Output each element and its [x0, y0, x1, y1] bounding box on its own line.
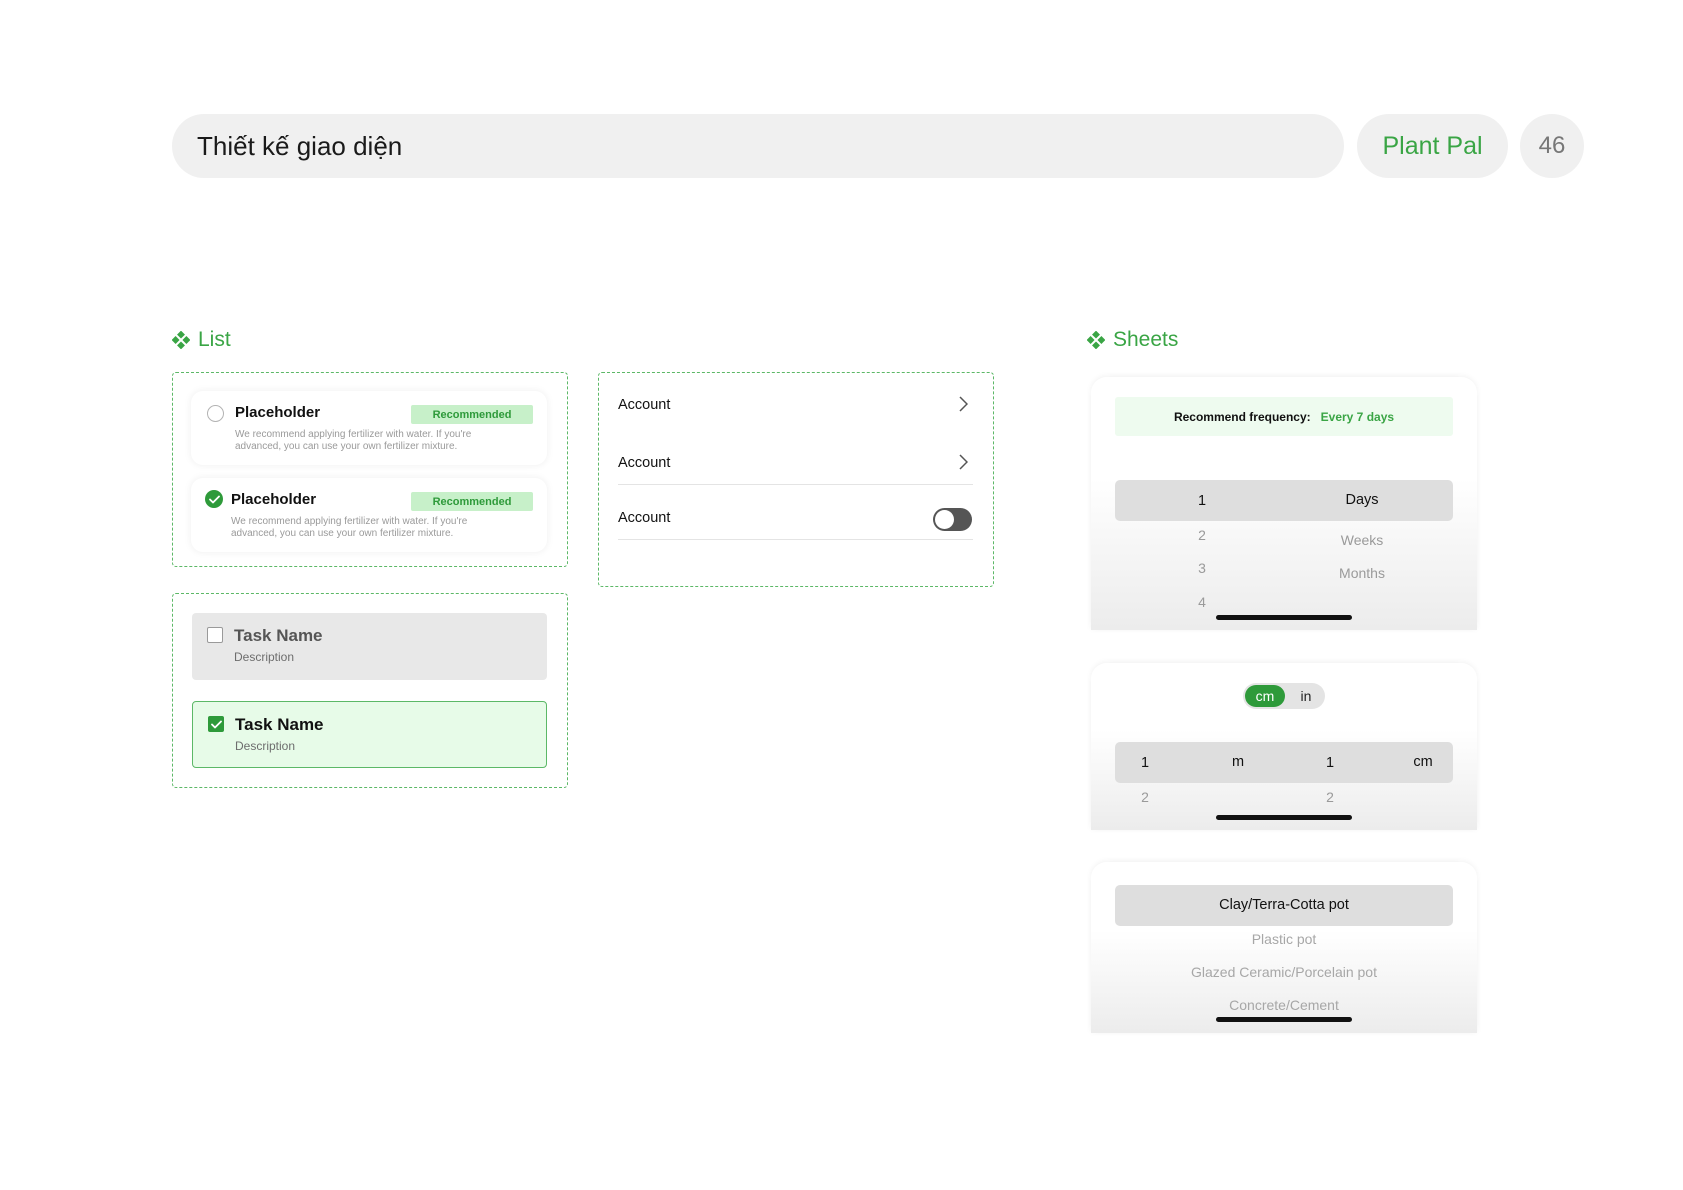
toggle-switch[interactable]: [933, 508, 972, 531]
check-circle-icon[interactable]: [205, 490, 223, 508]
home-indicator: [1216, 615, 1352, 620]
pot-type-option[interactable]: Plastic pot: [1252, 931, 1317, 947]
brand-name: Plant Pal: [1357, 114, 1508, 178]
picker-meter-value[interactable]: 2: [1141, 789, 1149, 805]
settings-row-label: Account: [618, 397, 671, 413]
picker-meter-unit[interactable]: m: [1232, 754, 1244, 770]
picker-unit-option[interactable]: Months: [1339, 565, 1385, 581]
settings-row[interactable]: Account: [618, 486, 973, 540]
measurement-sheet: cm in 1 2 m 1 2 cm: [1091, 663, 1477, 830]
task-checkbox[interactable]: [207, 627, 223, 643]
pot-type-option[interactable]: Clay/Terra-Cotta pot: [1219, 897, 1349, 913]
pot-type-option[interactable]: Glazed Ceramic/Porcelain pot: [1191, 964, 1377, 980]
settings-row-label: Account: [618, 455, 671, 471]
home-indicator: [1216, 815, 1352, 820]
settings-row[interactable]: Account: [618, 373, 973, 427]
pot-type-sheet: Clay/Terra-Cotta pot Plastic pot Glazed …: [1091, 862, 1477, 1033]
picker-number-option[interactable]: 4: [1198, 594, 1206, 610]
frequency-sheet: Recommend frequency: Every 7 days 1 2 3 …: [1091, 377, 1477, 630]
home-indicator: [1216, 1017, 1352, 1022]
option-description: We recommend applying fertilizer with wa…: [235, 429, 472, 452]
toggle-knob: [935, 510, 954, 529]
task-name: Task Name: [235, 715, 324, 734]
segment-cm[interactable]: cm: [1245, 685, 1285, 707]
task-checkbox-checked[interactable]: [208, 716, 224, 732]
picker-number-option[interactable]: 1: [1198, 493, 1206, 509]
section-title-text: Sheets: [1113, 328, 1179, 351]
recommended-badge: Recommended: [411, 492, 533, 511]
task-name: Task Name: [234, 626, 323, 645]
pot-type-option[interactable]: Concrete/Cement: [1229, 997, 1339, 1013]
diamond-cluster-icon: [1087, 331, 1105, 349]
recommended-badge: Recommended: [411, 405, 533, 424]
picker-centimeter-value[interactable]: 1: [1326, 755, 1334, 771]
picker-meter-value[interactable]: 1: [1141, 755, 1149, 771]
task-item[interactable]: Task Name Description: [192, 613, 547, 680]
picker-unit-option[interactable]: Weeks: [1341, 532, 1384, 548]
unit-segmented-control: cm in: [1243, 683, 1325, 709]
radio-button[interactable]: [207, 405, 224, 422]
frequency-label: Recommend frequency:: [1173, 409, 1311, 424]
picker-centimeter-value[interactable]: 2: [1326, 789, 1334, 805]
picker-unit-option[interactable]: Days: [1345, 492, 1378, 508]
diamond-cluster-icon: [172, 331, 190, 349]
segment-in[interactable]: in: [1291, 685, 1321, 707]
option-card-selected[interactable]: Placeholder Recommended We recommend app…: [191, 478, 547, 552]
settings-row[interactable]: Account: [618, 431, 973, 485]
section-title-sheets: Sheets: [1087, 328, 1178, 352]
picker-number-option[interactable]: 2: [1198, 527, 1206, 543]
option-card-group: Placeholder Recommended We recommend app…: [172, 372, 568, 567]
picker-selection-bar: [1115, 742, 1453, 783]
task-item-checked[interactable]: Task Name Description: [192, 701, 547, 768]
task-card-group: Task Name Description Task Name Descript…: [172, 593, 568, 788]
option-description: We recommend applying fertilizer with wa…: [231, 516, 468, 539]
option-card[interactable]: Placeholder Recommended We recommend app…: [191, 391, 547, 465]
settings-list-group: Account Account Account: [598, 372, 994, 587]
option-title: Placeholder: [235, 404, 321, 421]
section-title-text: List: [198, 328, 231, 351]
option-title: Placeholder: [231, 491, 317, 508]
picker-number-option[interactable]: 3: [1198, 560, 1206, 576]
checkmark-icon: [210, 720, 222, 728]
recommend-frequency-banner: Recommend frequency: Every 7 days: [1115, 397, 1453, 436]
page-number: 46: [1520, 114, 1584, 178]
task-description: Description: [235, 739, 296, 753]
chevron-right-icon: [959, 396, 968, 412]
frequency-value: Every 7 days: [1320, 409, 1395, 424]
section-title-list: List: [172, 328, 231, 352]
document-title: Thiết kế giao diện: [172, 114, 1344, 178]
picker-selection-bar: [1115, 480, 1453, 521]
task-description: Description: [234, 650, 295, 664]
settings-row-label: Account: [618, 510, 671, 526]
picker-centimeter-unit[interactable]: cm: [1413, 754, 1432, 770]
chevron-right-icon: [959, 454, 968, 470]
